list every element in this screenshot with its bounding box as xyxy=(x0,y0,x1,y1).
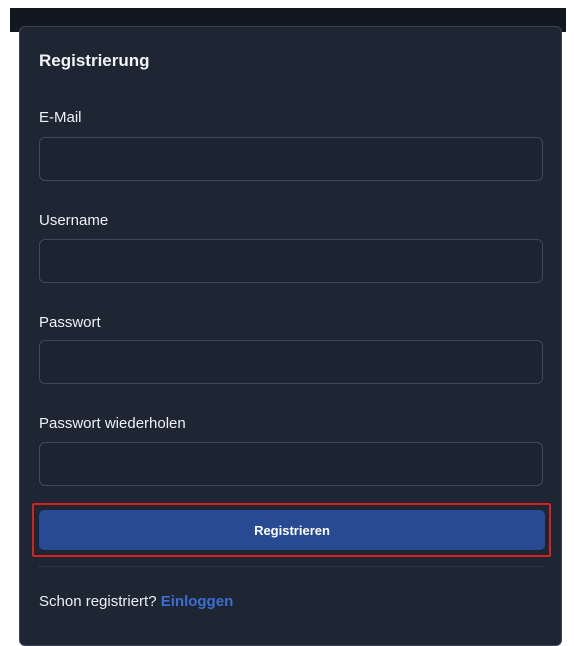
divider xyxy=(39,566,543,567)
login-prompt-text: Schon registriert? xyxy=(39,593,157,610)
email-field[interactable] xyxy=(39,137,543,181)
form-title: Registrierung xyxy=(39,51,150,70)
registration-card: Registrierung E-Mail Username Passwort P… xyxy=(19,26,562,646)
register-button[interactable]: Registrieren xyxy=(39,510,545,550)
username-field[interactable] xyxy=(39,239,543,283)
password-field[interactable] xyxy=(39,340,543,384)
login-link[interactable]: Einloggen xyxy=(161,593,234,610)
login-prompt: Schon registriert? Einloggen xyxy=(39,593,233,610)
email-label: E-Mail xyxy=(39,109,82,126)
password-repeat-label: Passwort wiederholen xyxy=(39,415,186,432)
password-label: Passwort xyxy=(39,314,101,331)
username-label: Username xyxy=(39,212,109,229)
password-repeat-field[interactable] xyxy=(39,442,543,486)
